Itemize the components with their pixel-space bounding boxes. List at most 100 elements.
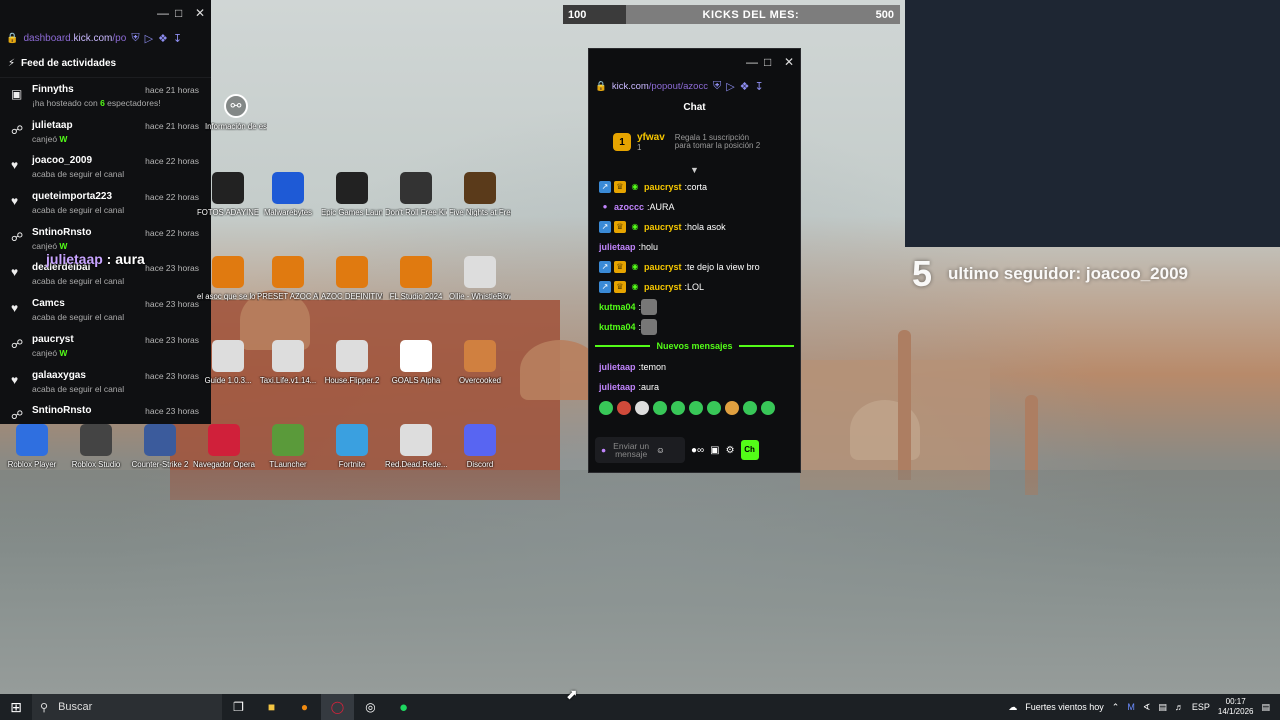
desktop-icon[interactable]: Navegador Opera GX xyxy=(193,424,255,469)
desktop-icon[interactable]: Overcooked xyxy=(449,340,511,385)
file-explorer-icon[interactable]: ■ xyxy=(255,694,288,720)
chat-url[interactable]: kick.com/popout/azocc xyxy=(612,81,708,92)
emote-icon[interactable] xyxy=(671,401,685,415)
chat-username[interactable]: julietaap xyxy=(599,242,636,252)
emote-icon[interactable] xyxy=(635,401,649,415)
maximize-icon[interactable]: □ xyxy=(175,6,182,20)
shield-icon[interactable]: ⛨ xyxy=(713,80,721,93)
desktop-icon[interactable]: FOTOS ADAYINE xyxy=(197,172,259,217)
network-icon[interactable]: ▤ xyxy=(1158,702,1167,713)
extension-icon[interactable]: ❖ xyxy=(158,32,168,45)
minimize-icon[interactable]: — xyxy=(746,55,758,69)
chat-message[interactable]: julietaap: aura xyxy=(599,377,800,397)
desktop-icon[interactable]: Malwarebytes xyxy=(257,172,319,217)
chat-username[interactable]: julietaap xyxy=(599,382,636,392)
collapse-icon[interactable]: ▼ xyxy=(589,165,800,175)
desktop-icon[interactable]: Ollie - WhistleBlower xyxy=(449,256,511,301)
download-icon[interactable]: ↧ xyxy=(173,32,182,45)
users-icon[interactable]: ●∞ xyxy=(691,445,704,456)
minimize-icon[interactable]: — xyxy=(157,6,169,20)
desktop-icon[interactable]: AZOC DEFINITIVO xyxy=(321,256,383,301)
chat-username[interactable]: paucryst xyxy=(644,182,682,192)
feed-item[interactable]: ♥ joacoo_2009 hace 22 horas acaba de seguir… xyxy=(0,149,211,185)
desktop-icon[interactable]: GOALS Alpha xyxy=(385,340,447,385)
desktop-icon[interactable]: FL Studio 2024 xyxy=(385,256,447,301)
feed-item[interactable]: ♥ galaaxygas hace 23 horas acaba de seguir … xyxy=(0,364,211,400)
chat-username[interactable]: julietaap xyxy=(599,362,636,372)
store-icon[interactable]: ▣ xyxy=(710,445,719,456)
volume-icon[interactable]: ♬ xyxy=(1175,702,1184,712)
desktop-icon[interactable]: Taxi.Life.v1.14... xyxy=(257,340,319,385)
chat-username[interactable]: paucryst xyxy=(644,262,682,272)
desktop-icon[interactable]: Five Nights at Freddy's xyxy=(449,172,511,217)
desktop-icon[interactable]: House.Flipper.2 xyxy=(321,340,383,385)
emote-icon[interactable] xyxy=(653,401,667,415)
desktop-icon[interactable]: el asoc que se lo gane.. xyxy=(197,256,259,301)
chat-message[interactable]: ↗ ♕ ◉ paucryst: corta xyxy=(599,177,800,197)
fl-studio-icon[interactable]: ● xyxy=(288,694,321,720)
chat-username[interactable]: azoccc xyxy=(614,202,644,212)
clock[interactable]: 00:17 14/1/2026 xyxy=(1218,697,1254,717)
chat-message[interactable]: ● azoccc: AURA xyxy=(599,197,800,217)
emote-icon[interactable] xyxy=(689,401,703,415)
desktop-icon[interactable]: Fortnite xyxy=(321,424,383,469)
desktop-icon[interactable]: Epic Games Launcher xyxy=(321,172,383,217)
chat-message[interactable]: kutma04: xyxy=(599,297,800,317)
obs-icon[interactable]: ◎ xyxy=(354,694,387,720)
chat-message-input[interactable]: ● Enviar un mensaje ☺ xyxy=(595,437,685,463)
feed-item[interactable]: ♥ queteimporta223 hace 22 horas acaba de se… xyxy=(0,185,211,221)
gift-sub-leaderboard-card[interactable]: 1 yfwav 1 Regala 1 suscripción para toma… xyxy=(595,121,794,163)
malwarebytes-tray-icon[interactable]: M xyxy=(1127,702,1135,712)
desktop-icon[interactable]: Don't Roll Free Kick Challenge xyxy=(385,172,447,217)
lang-indicator[interactable]: ESP xyxy=(1192,702,1210,712)
opera-gx-icon[interactable]: ◯ xyxy=(321,694,354,720)
chat-username[interactable]: kutma04 xyxy=(599,302,636,312)
task-view-icon[interactable]: ❐ xyxy=(222,694,255,720)
feed-item[interactable]: ☍ julietaap hace 21 horas canjeó W xyxy=(0,114,211,150)
desktop-icon[interactable]: Guide 1.0.3... xyxy=(197,340,259,385)
chat-message[interactable]: julietaap: holu xyxy=(599,237,800,257)
emote-icon[interactable] xyxy=(743,401,757,415)
shield-icon[interactable]: ⛨ xyxy=(131,32,139,45)
desktop-icon-image-info[interactable]: ⚯ Información de esta ima... xyxy=(205,94,267,131)
desktop-icon[interactable]: Counter-Strike 2 xyxy=(129,424,191,469)
play-icon[interactable]: ▷ xyxy=(726,80,734,93)
emote-icon[interactable] xyxy=(617,401,631,415)
desktop-icon[interactable]: Red.Dead.Rede... xyxy=(385,424,447,469)
feed-address-bar[interactable]: 🔒 dashboard.kick.com/po ⛨ ▷ ❖ ↧ xyxy=(0,26,211,50)
extension-icon[interactable]: ❖ xyxy=(740,80,750,93)
close-icon[interactable]: ✕ xyxy=(784,55,794,69)
download-icon[interactable]: ↧ xyxy=(755,80,764,93)
maximize-icon[interactable]: □ xyxy=(764,55,771,69)
chat-username[interactable]: paucryst xyxy=(644,222,682,232)
feed-item[interactable]: ▣ Finnyths hace 21 horas ¡ha hosteado con 6… xyxy=(0,78,211,114)
chat-username[interactable]: paucryst xyxy=(644,282,682,292)
spotify-icon[interactable]: ● xyxy=(387,694,420,720)
bluetooth-icon[interactable]: ∢ xyxy=(1143,702,1151,713)
desktop-icon[interactable]: Roblox Player xyxy=(1,424,63,469)
close-icon[interactable]: ✕ xyxy=(195,6,205,20)
taskbar-search[interactable]: ⚲ Buscar xyxy=(32,694,222,720)
windows-start-icon[interactable]: ⊞ xyxy=(0,699,32,716)
chat-message[interactable]: julietaap: temon xyxy=(599,357,800,377)
desktop-icon[interactable]: PRESET AZOC AHORA SI xyxy=(257,256,319,301)
desktop-icon[interactable]: Discord xyxy=(449,424,511,469)
microphone-icon[interactable]: ● xyxy=(601,445,606,455)
desktop-icon[interactable]: TLauncher xyxy=(257,424,319,469)
chat-address-bar[interactable]: 🔒 kick.com/popout/azocc ⛨ ▷ ❖ ↧ xyxy=(589,75,800,97)
feed-item[interactable]: ☍ paucryst hace 23 horas canjeó W xyxy=(0,328,211,364)
chat-username[interactable]: kutma04 xyxy=(599,322,636,332)
new-messages-divider[interactable]: Nuevos mensajes xyxy=(595,338,795,354)
weather-text[interactable]: Fuertes vientos hoy xyxy=(1025,702,1104,712)
send-chat-button[interactable]: Ch xyxy=(740,440,759,460)
emote-icon[interactable] xyxy=(761,401,775,415)
emote-icon[interactable] xyxy=(599,401,613,415)
weather-icon[interactable]: ☁ xyxy=(1008,702,1017,713)
feed-url[interactable]: dashboard.kick.com/po xyxy=(23,33,126,44)
chat-message[interactable]: ↗ ♕ ◉ paucryst: te dejo la view bro xyxy=(599,257,800,277)
chat-message[interactable]: ↗ ♕ ◉ paucryst: hola asok xyxy=(599,217,800,237)
desktop-icon[interactable]: Roblox Studio xyxy=(65,424,127,469)
tray-expand-icon[interactable]: ⌃ xyxy=(1112,702,1120,713)
chat-message[interactable]: ↗ ♕ ◉ paucryst: LOL xyxy=(599,277,800,297)
chat-message[interactable]: kutma04: xyxy=(599,317,800,337)
